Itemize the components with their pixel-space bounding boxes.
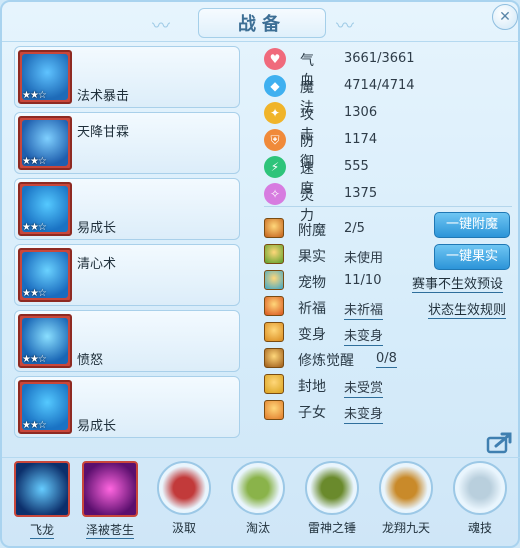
bless-icon (264, 296, 284, 316)
bottom-skill-label: 雷神之锤 (307, 521, 356, 535)
rule-link[interactable]: 状态生效规则 (428, 299, 507, 319)
title-ornament-right-icon: 〰 (336, 16, 354, 37)
skill-icon: ★★☆ (18, 182, 72, 236)
share-icon[interactable] (486, 430, 514, 454)
bottom-skill-icon (231, 461, 285, 515)
enchant-icon (264, 218, 284, 238)
prop-value[interactable]: 未祈福 (344, 299, 384, 320)
stat-value: 1174 (344, 132, 378, 147)
skill-slot[interactable]: ★★☆ 愤怒 (14, 310, 240, 372)
bottom-skill-icon (379, 461, 433, 515)
stat-name: 灵力 (300, 188, 314, 224)
bottom-skill[interactable]: 淘汰 (226, 461, 290, 536)
prop-value[interactable]: 未变身 (344, 325, 384, 346)
divider (264, 206, 512, 207)
stat-value: 1306 (344, 105, 378, 120)
bottom-skill-label: 魂技 (467, 521, 492, 535)
speed-icon: ⚡ (264, 156, 286, 178)
heart-icon: ♥ (264, 48, 286, 70)
skill-slot[interactable]: ★★☆ 易成长 (14, 178, 240, 240)
prop-name: 子女 (298, 405, 326, 421)
skill-slot-label: 愤怒 (77, 353, 104, 368)
stat-value: 1375 (344, 186, 378, 201)
prop-value: 2/5 (344, 221, 365, 236)
skill-slot[interactable]: ★★☆ 法术暴击 (14, 46, 240, 108)
bottom-skill[interactable]: 泽被苍生 (78, 461, 142, 539)
skill-icon: ★★☆ (18, 380, 72, 434)
bottom-skill-label: 淘汰 (245, 521, 270, 535)
prop-name: 变身 (298, 327, 326, 343)
fief-icon (264, 374, 284, 394)
bottom-skill[interactable]: 汲取 (152, 461, 216, 536)
bottom-skill-label: 汲取 (171, 521, 196, 535)
skill-slot-label: 易成长 (77, 419, 117, 434)
child-icon (264, 400, 284, 420)
bottom-skill[interactable]: 龙翔九天 (374, 461, 438, 536)
skill-slot[interactable]: ★★☆ 清心术 (14, 244, 240, 306)
star-rating: ★★☆ (22, 354, 47, 365)
bottom-skill-icon (14, 461, 70, 517)
skill-slot-label: 易成长 (77, 221, 117, 236)
skill-slot-label: 天降甘霖 (77, 125, 130, 140)
cultivate-icon (264, 348, 284, 368)
prop-value: 未使用 (344, 251, 384, 266)
attack-icon: ✦ (264, 102, 286, 124)
bottom-skill-icon (305, 461, 359, 515)
prop-value: 11/10 (344, 273, 382, 288)
stat-value: 555 (344, 159, 369, 174)
bottom-skill[interactable]: 飞龙 (10, 461, 74, 539)
skill-slot[interactable]: ★★☆ 易成长 (14, 376, 240, 438)
pet-icon (264, 270, 284, 290)
prop-value[interactable]: 未受赏 (344, 377, 384, 398)
skill-icon: ★★☆ (18, 116, 72, 170)
bottom-skill-icon (157, 461, 211, 515)
star-rating: ★★☆ (22, 222, 47, 233)
star-rating: ★★☆ (22, 90, 47, 101)
star-rating: ★★☆ (22, 156, 47, 167)
skill-slot-label: 清心术 (77, 257, 117, 272)
prop-name: 果实 (298, 249, 326, 265)
transform-icon (264, 322, 284, 342)
bottom-skill-label: 龙翔九天 (381, 521, 430, 535)
defense-icon: ⛨ (264, 129, 286, 151)
page-title: 战备 (238, 14, 286, 35)
one-click-fruit-button[interactable]: 一键果实 (434, 244, 510, 270)
header: 〰 战备 〰 ✕ (2, 2, 520, 42)
skill-slot[interactable]: ★★☆ 天降甘霖 (14, 112, 240, 174)
stat-value: 4714/4714 (344, 78, 415, 93)
bottom-skill-icon (453, 461, 507, 515)
bottom-skill[interactable]: 魂技 (448, 461, 512, 536)
mana-icon: ◆ (264, 75, 286, 97)
spirit-icon: ✧ (264, 183, 286, 205)
skill-slot-label: 法术暴击 (77, 89, 130, 104)
bottom-skill-icon (82, 461, 138, 517)
bottom-skill-label: 飞龙 (29, 523, 54, 539)
preset-link[interactable]: 赛事不生效预设 (412, 273, 504, 293)
prop-name: 修炼觉醒 (298, 353, 354, 369)
bottom-skill-label: 泽被苍生 (85, 523, 134, 539)
skill-icon: ★★☆ (18, 314, 72, 368)
prop-name: 宠物 (298, 275, 326, 291)
prop-name: 祈福 (298, 301, 326, 317)
prop-name: 封地 (298, 379, 326, 395)
fruit-icon (264, 244, 284, 264)
skill-icon: ★★☆ (18, 50, 72, 104)
star-rating: ★★☆ (22, 288, 47, 299)
close-button[interactable]: ✕ (492, 4, 518, 30)
battle-prep-panel: 〰 战备 〰 ✕ ★★☆ 法术暴击 ★★☆ 天降甘霖 ★★☆ 易成长 ★★☆ 清心术 ★★☆ 愤怒… (0, 0, 520, 548)
star-rating: ★★☆ (22, 420, 47, 431)
prop-name: 附魔 (298, 223, 326, 239)
one-click-enchant-button[interactable]: 一键附魔 (434, 212, 510, 238)
prop-value[interactable]: 未变身 (344, 403, 384, 424)
stat-value: 3661/3661 (344, 51, 415, 66)
bottom-skill[interactable]: 雷神之锤 (300, 461, 364, 536)
prop-value[interactable]: 0/8 (376, 351, 397, 368)
skill-icon: ★★☆ (18, 248, 72, 302)
